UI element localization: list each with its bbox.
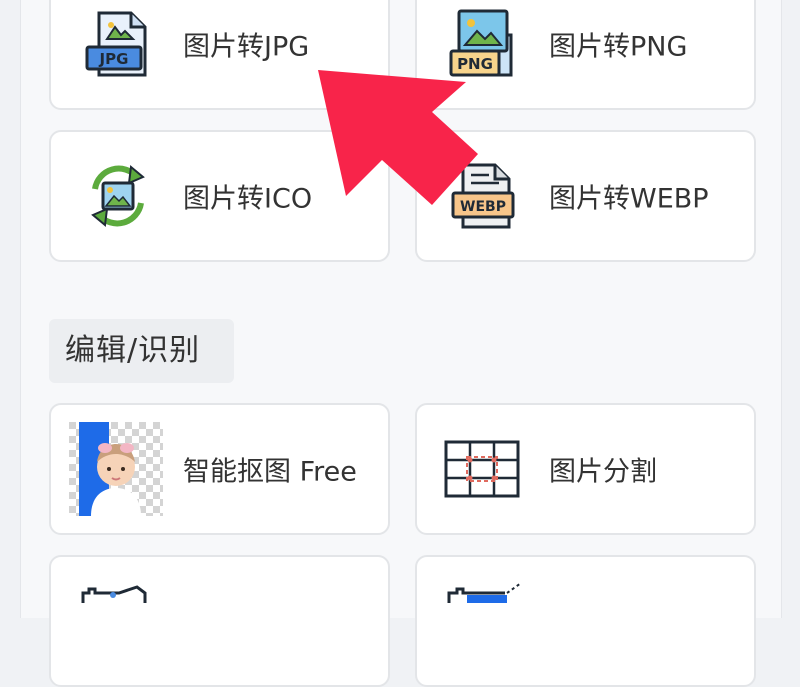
webp-badge-text: WEBP bbox=[460, 199, 506, 215]
convert-to-png-card[interactable]: PNG 图片转PNG bbox=[415, 0, 756, 110]
smart-cutout-label: 智能抠图 Free bbox=[183, 456, 357, 488]
grid-split-icon bbox=[443, 439, 521, 499]
smart-cutout-card[interactable]: 智能抠图 Free bbox=[49, 403, 390, 535]
smart-cutout-thumbnail bbox=[69, 422, 163, 516]
convert-to-jpg-card[interactable]: JPG 图片转JPG bbox=[49, 0, 390, 110]
convert-to-ico-label: 图片转ICO bbox=[183, 183, 313, 215]
convert-to-webp-card[interactable]: WEBP 图片转WEBP bbox=[415, 130, 756, 262]
tool-card-partial-left[interactable] bbox=[49, 555, 390, 687]
png-file-icon: PNG bbox=[449, 9, 519, 79]
image-convert-cycle-icon bbox=[83, 161, 153, 231]
tool-card-partial-right[interactable] bbox=[415, 555, 756, 687]
convert-to-jpg-label: 图片转JPG bbox=[183, 31, 310, 63]
convert-to-png-label: 图片转PNG bbox=[549, 31, 688, 63]
tool-partial-icon bbox=[79, 583, 159, 603]
jpg-file-icon: JPG bbox=[83, 9, 153, 79]
convert-to-ico-card[interactable]: 图片转ICO bbox=[49, 130, 390, 262]
jpg-badge-text: JPG bbox=[99, 50, 129, 68]
png-badge-text: PNG bbox=[457, 55, 493, 73]
image-split-card[interactable]: 图片分割 bbox=[415, 403, 756, 535]
convert-to-webp-label: 图片转WEBP bbox=[549, 183, 709, 215]
image-split-label: 图片分割 bbox=[549, 456, 657, 488]
section-title-edit-recognize: 编辑/识别 bbox=[49, 319, 234, 383]
tool-partial-icon bbox=[445, 582, 525, 603]
webp-file-icon: WEBP bbox=[449, 161, 519, 231]
